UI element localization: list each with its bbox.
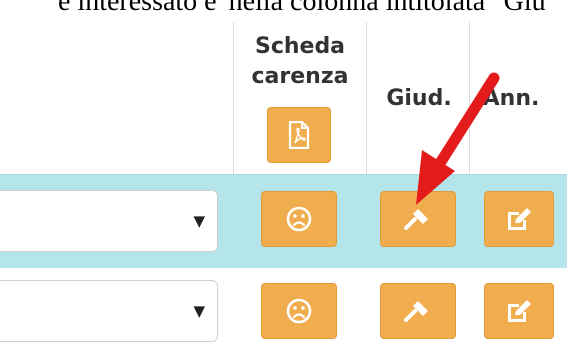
caption-text: e interessato e' nella colonna intitolat… (58, 0, 546, 17)
annotazione-button[interactable] (484, 283, 554, 339)
pdf-file-icon (288, 121, 310, 149)
frown-icon (286, 206, 312, 232)
gavel-icon (403, 298, 433, 324)
table-row: ▼ (0, 268, 567, 343)
table-row: ▼ (0, 174, 567, 270)
header-label-line2: carenza (251, 64, 349, 89)
scheda-carenza-button[interactable] (261, 283, 337, 339)
giudizio-button[interactable] (380, 191, 456, 247)
status-select[interactable]: ▼ (0, 280, 218, 342)
annotazione-button[interactable] (484, 191, 554, 247)
caption-text-cropped: e interessato e' nella colonna intitolat… (0, 0, 567, 22)
header-ann: Ann. (482, 86, 540, 111)
gavel-icon (403, 206, 433, 232)
header-giud: Giud. (386, 86, 452, 111)
status-select[interactable]: ▼ (0, 190, 218, 252)
dropdown-caret-icon: ▼ (193, 302, 205, 320)
header-label-line1: Scheda (254, 34, 346, 59)
scheda-carenza-button[interactable] (261, 191, 337, 247)
frown-icon (286, 298, 312, 324)
header-scheda-carenza: Scheda carenza (236, 32, 364, 92)
dropdown-caret-icon: ▼ (193, 212, 205, 230)
edit-icon (505, 298, 533, 324)
giudizio-button[interactable] (380, 283, 456, 339)
edit-icon (505, 206, 533, 232)
pdf-download-button[interactable] (267, 107, 331, 163)
